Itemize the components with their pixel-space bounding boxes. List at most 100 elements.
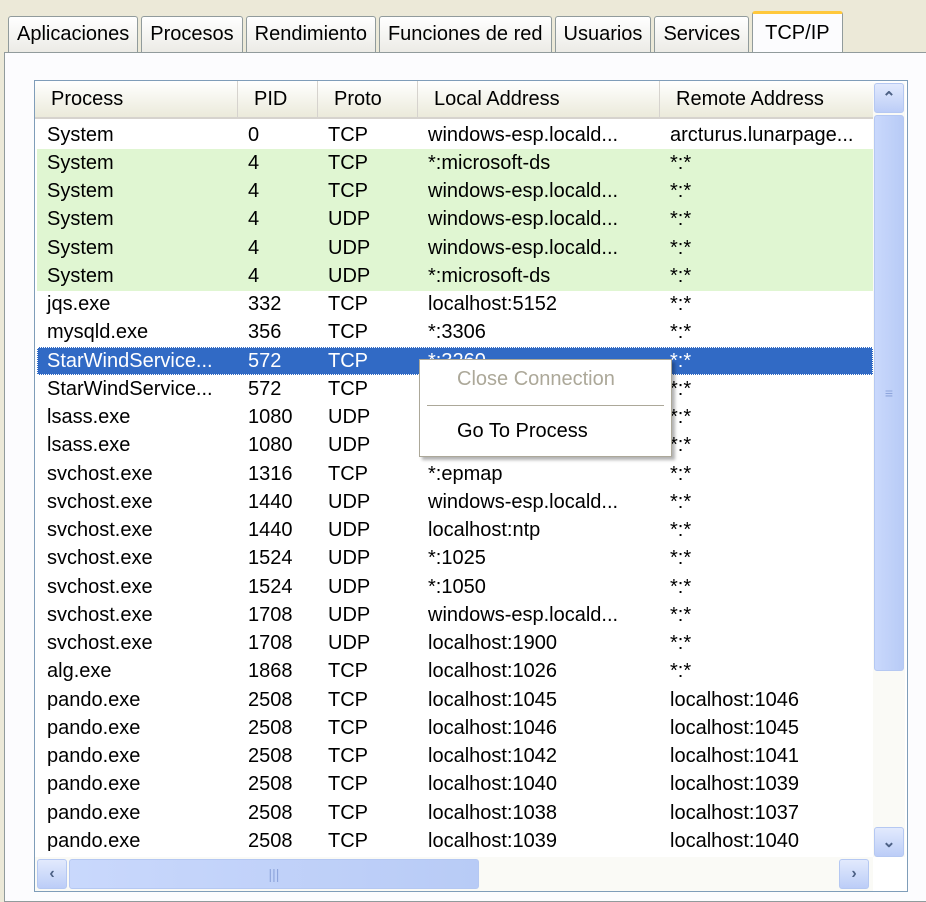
tab-aplicaciones[interactable]: Aplicaciones (8, 16, 139, 52)
table-row[interactable]: svchost.exe 1524 UDP *:1050 *:* (37, 573, 873, 601)
cell-pid: 2508 (248, 716, 293, 739)
cell-process: lsass.exe (47, 434, 131, 457)
cell-local-address: localhost:1040 (428, 773, 557, 796)
cell-pid: 4 (248, 264, 260, 287)
table-row[interactable]: svchost.exe 1440 UDP windows-esp.locald... *… (37, 488, 873, 516)
cell-pid: 4 (248, 151, 260, 174)
cell-proto: TCP (328, 321, 368, 344)
column-header: Process PID Proto Local Address Remote A… (35, 81, 873, 119)
cell-remote-address: *:* (670, 603, 692, 626)
cell-local-address: *:epmap (428, 462, 503, 485)
tab-usuarios[interactable]: Usuarios (554, 16, 652, 52)
tab-services[interactable]: Services (654, 16, 750, 52)
table-row[interactable]: alg.exe 1868 TCP localhost:1026 *:* (37, 658, 873, 686)
table-row[interactable]: System 4 UDP *:microsoft-ds *:* (37, 262, 873, 291)
table-row[interactable]: svchost.exe 1708 UDP windows-esp.locald... *… (37, 601, 873, 629)
scroll-left-button[interactable]: ‹ (37, 859, 67, 889)
table-row[interactable]: System 0 TCP windows-esp.locald... arcturus.… (37, 121, 873, 149)
cell-local-address: localhost:1046 (428, 716, 557, 739)
table-row[interactable]: System 4 TCP *:microsoft-ds *:* (37, 149, 873, 178)
table-row[interactable]: pando.exe 2508 TCP localhost:1045 localhost:… (37, 686, 873, 714)
table-row[interactable]: pando.exe 2508 TCP localhost:1046 localhost:… (37, 714, 873, 742)
cell-pid: 2508 (248, 773, 293, 796)
cell-remote-address: *:* (670, 208, 692, 231)
cell-remote-address: *:* (670, 660, 692, 683)
table-row[interactable]: svchost.exe 1708 UDP localhost:1900 *:* (37, 630, 873, 658)
cell-local-address: localhost:1045 (428, 688, 557, 711)
table-row[interactable]: pando.exe 2508 TCP localhost:1039 localhost:… (37, 827, 873, 855)
column-remote-address[interactable]: Remote Address (660, 81, 873, 117)
menu-item-close-connection[interactable]: Close Connection (457, 368, 615, 391)
scroll-right-button[interactable]: › (839, 859, 869, 889)
cell-process: jqs.exe (47, 293, 111, 316)
tab-tcp-ip[interactable]: TCP/IP (752, 11, 843, 52)
table-row[interactable]: pando.exe 2508 TCP localhost:1038 localhost:… (37, 799, 873, 827)
cell-remote-address: *:* (670, 180, 692, 203)
table-row[interactable]: pando.exe 2508 TCP localhost:1042 localhost:… (37, 743, 873, 771)
cell-remote-address: *:* (670, 519, 692, 542)
cell-local-address: localhost:1042 (428, 745, 557, 768)
cell-pid: 572 (248, 349, 282, 372)
column-pid[interactable]: PID (238, 81, 318, 117)
horizontal-scroll-thumb[interactable]: ||| (69, 859, 479, 889)
cell-process: System (47, 151, 114, 174)
cell-pid: 1440 (248, 519, 293, 542)
vertical-scrollbar[interactable]: ⌃ ≡ ⌄ (873, 83, 905, 857)
horizontal-scrollbar[interactable]: ‹ ||| › (35, 857, 873, 891)
cell-remote-address: *:* (670, 434, 692, 457)
table-row[interactable]: svchost.exe 1316 TCP *:epmap *:* (37, 460, 873, 488)
cell-remote-address: arcturus.lunarpage... (670, 123, 854, 146)
cell-remote-address: localhost:1040 (670, 829, 799, 852)
cell-pid: 2508 (248, 829, 293, 852)
tab-funciones-de-red[interactable]: Funciones de red (378, 16, 552, 52)
table-row[interactable]: System 4 UDP windows-esp.locald... *:* (37, 205, 873, 234)
cell-proto: TCP (328, 660, 368, 683)
cell-proto: TCP (328, 123, 368, 146)
table-row[interactable]: System 4 TCP windows-esp.locald... *:* (37, 177, 873, 206)
cell-pid: 0 (248, 123, 260, 146)
table-row[interactable]: svchost.exe 1440 UDP localhost:ntp *:* (37, 517, 873, 545)
cell-local-address: localhost:5152 (428, 293, 557, 316)
cell-proto: UDP (328, 603, 371, 626)
cell-proto: TCP (328, 801, 368, 824)
table-row[interactable]: svchost.exe 1524 UDP *:1025 *:* (37, 545, 873, 573)
cell-local-address: localhost:1900 (428, 632, 557, 655)
cell-local-address: windows-esp.locald... (428, 180, 619, 203)
cell-process: System (47, 236, 114, 259)
cell-remote-address: *:* (670, 547, 692, 570)
cell-pid: 2508 (248, 801, 293, 824)
cell-process: lsass.exe (47, 406, 131, 429)
connections-list[interactable]: Process PID Proto Local Address Remote A… (34, 80, 908, 892)
column-proto[interactable]: Proto (318, 81, 418, 117)
cell-pid: 1868 (248, 660, 293, 683)
cell-proto: UDP (328, 406, 371, 429)
cell-local-address: *:1050 (428, 575, 486, 598)
cell-proto: TCP (328, 151, 368, 174)
table-row[interactable]: pando.exe 2508 TCP localhost:1040 localhost:… (37, 771, 873, 799)
cell-proto: TCP (328, 688, 368, 711)
cell-pid: 1708 (248, 632, 293, 655)
menu-item-go-to-process[interactable]: Go To Process (457, 420, 588, 443)
table-row[interactable]: jqs.exe 332 TCP localhost:5152 *:* (37, 291, 873, 319)
tab-procesos[interactable]: Procesos (141, 16, 243, 52)
context-menu: Close Connection Go To Process (419, 359, 672, 457)
cell-local-address: windows-esp.locald... (428, 123, 619, 146)
cell-process: pando.exe (47, 745, 141, 768)
table-row[interactable]: System 4 UDP windows-esp.locald... *:* (37, 234, 873, 263)
column-local-address[interactable]: Local Address (418, 81, 660, 117)
cell-remote-address: *:* (670, 377, 692, 400)
scroll-down-button[interactable]: ⌄ (874, 827, 904, 857)
cell-pid: 332 (248, 293, 282, 316)
cell-process: mysqld.exe (47, 321, 149, 344)
cell-pid: 1080 (248, 406, 293, 429)
tab-rendimiento[interactable]: Rendimiento (245, 16, 376, 52)
scroll-up-button[interactable]: ⌃ (874, 83, 904, 113)
table-row[interactable]: mysqld.exe 356 TCP *:3306 *:* (37, 319, 873, 347)
column-process[interactable]: Process (35, 81, 238, 117)
vertical-scroll-thumb[interactable]: ≡ (874, 115, 904, 671)
cell-remote-address: *:* (670, 151, 692, 174)
tab-strip: Aplicaciones Procesos Rendimiento Funciones… (8, 11, 846, 52)
cell-proto: TCP (328, 716, 368, 739)
cell-local-address: *:microsoft-ds (428, 264, 551, 287)
cell-pid: 1080 (248, 434, 293, 457)
